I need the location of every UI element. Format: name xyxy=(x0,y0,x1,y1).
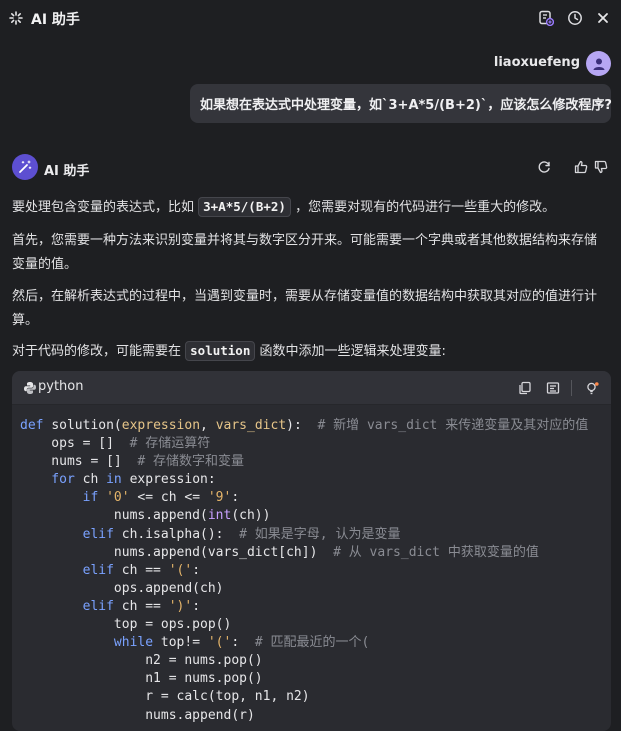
panel-title: AI 助手 xyxy=(31,12,80,28)
code-token: ops = [] xyxy=(20,436,130,452)
code-token: (ch)) xyxy=(231,508,271,524)
code-token: in xyxy=(106,472,130,488)
code-token: elif xyxy=(20,526,122,542)
copy-icon[interactable] xyxy=(516,379,534,397)
code-line: n2 = nums.pop() xyxy=(20,652,611,670)
code-token: <= ch <= xyxy=(129,490,208,506)
insert-icon[interactable] xyxy=(544,379,562,397)
user-message-text: 如果想在表达式中处理变量，如`3+A*5/(B+2)`，应该怎么修改程序? xyxy=(200,98,612,113)
inline-code-solution: solution xyxy=(185,341,256,361)
code-token: # 存储数字和变量 xyxy=(137,454,245,470)
reply-text: 对于代码的修改，可能需要在 xyxy=(12,344,186,359)
code-token: : xyxy=(231,490,240,506)
inline-code-expression: 3+A*5/(B+2) xyxy=(198,197,291,217)
code-token: : xyxy=(231,635,255,651)
reply-text: 函数中添加一些逻辑来处理变量: xyxy=(255,344,446,359)
code-content: def solution(expression, vars_dict): # 新… xyxy=(12,405,611,725)
code-token: : xyxy=(192,562,201,578)
code-token: # 从 vars_dict 中获取变量的值 xyxy=(333,544,539,560)
code-line: def solution(expression, vars_dict): # 新… xyxy=(20,417,611,435)
code-line: nums.append(int(ch)) xyxy=(20,507,611,525)
reply-paragraph-3: 然后，在解析表达式的过程中，当遇到变量时，需要从存储变量值的数据结构中获取其对应… xyxy=(12,289,598,328)
regenerate-icon[interactable] xyxy=(536,159,552,175)
user-icon xyxy=(593,58,604,70)
code-token: if xyxy=(20,490,107,506)
sparkle-icon xyxy=(9,11,23,25)
code-line: elif ch == ')': xyxy=(20,598,611,616)
history-icon[interactable] xyxy=(566,9,584,27)
user-avatar xyxy=(586,51,611,76)
code-line: n1 = nums.pop() xyxy=(20,670,611,688)
code-token: # 如果是字母, 认为是变量 xyxy=(239,526,401,542)
code-token: elif xyxy=(20,598,122,614)
user-name: liaoxuefeng xyxy=(493,55,580,70)
code-token: nums.append( xyxy=(20,508,208,524)
assistant-avatar xyxy=(12,154,38,180)
code-line: nums = [] # 存储数字和变量 xyxy=(20,453,611,471)
code-token: ): xyxy=(286,418,318,433)
code-token: '(' xyxy=(168,562,193,578)
code-token: top = ops.pop() xyxy=(20,617,232,633)
panel-header: AI 助手 xyxy=(0,0,621,36)
reply-paragraph-2: 首先，您需要一种方法来识别变量并将其与数字区分开来。可能需要一个字典或者其他数据… xyxy=(12,233,598,272)
code-token: ch == xyxy=(121,598,169,614)
code-token: '(' xyxy=(207,635,232,651)
code-token: # 新增 vars_dict 来传递变量及其对应的值 xyxy=(317,418,589,433)
user-message-bubble: 如果想在表达式中处理变量，如`3+A*5/(B+2)`，应该怎么修改程序? xyxy=(190,84,612,123)
code-token: vars_dict xyxy=(215,418,287,433)
code-block-header: python xyxy=(12,371,611,405)
code-token: : xyxy=(192,598,201,614)
code-token: '9' xyxy=(207,490,232,506)
new-chat-icon[interactable] xyxy=(537,9,555,27)
code-token: solution( xyxy=(51,418,122,433)
thumbs-up-icon[interactable] xyxy=(573,159,589,175)
code-token: r = calc(top, n1, n2) xyxy=(20,689,310,705)
code-token: ')' xyxy=(168,598,193,614)
code-line: ops.append(ch) xyxy=(20,580,611,598)
code-token: elif xyxy=(20,562,122,578)
reply-text: 要处理包含变量的表达式，比如 xyxy=(12,200,199,215)
code-token: n2 = nums.pop() xyxy=(20,653,263,669)
python-icon xyxy=(24,382,36,394)
code-token: for xyxy=(20,472,83,488)
code-token: def xyxy=(20,418,52,433)
code-token: ch xyxy=(82,472,107,488)
code-line: r = calc(top, n1, n2) xyxy=(20,688,611,706)
assistant-name: AI 助手 xyxy=(44,164,90,179)
code-token: ops.append(ch) xyxy=(20,580,224,596)
toolbar-divider xyxy=(571,380,572,396)
code-token: while xyxy=(20,635,161,651)
code-token: nums.append(r) xyxy=(20,707,255,723)
code-token: nums.append(vars_dict[ch]) xyxy=(20,544,334,560)
code-line: top = ops.pop() xyxy=(20,616,611,634)
thumbs-down-icon[interactable] xyxy=(593,159,609,175)
magic-wand-icon xyxy=(19,160,32,173)
code-token: # 存储运算符 xyxy=(129,436,211,452)
reply-text: ，您需要对现有的代码进行一些重大的修改。 xyxy=(290,200,556,215)
code-line: while top!= '(': # 匹配最近的一个( xyxy=(20,634,611,652)
reply-paragraph-4: 对于代码的修改，可能需要在 solution 函数中添加一些逻辑来处理变量: xyxy=(12,340,602,364)
code-line: nums.append(vars_dict[ch]) # 从 vars_dict… xyxy=(20,544,611,562)
code-token: # 匹配最近的一个( xyxy=(254,635,370,651)
code-line: for ch in expression: xyxy=(20,471,611,489)
code-token: , xyxy=(200,418,216,433)
code-token: ch == xyxy=(121,562,169,578)
code-token: expression: xyxy=(129,472,216,488)
code-line: ops = [] # 存储运算符 xyxy=(20,435,611,453)
code-token: top!= xyxy=(160,635,208,651)
code-token: int xyxy=(207,508,232,524)
code-line: elif ch.isalpha(): # 如果是字母, 认为是变量 xyxy=(20,526,611,544)
code-language-label: python xyxy=(38,379,84,394)
code-token: ch.isalpha(): xyxy=(121,526,240,542)
code-token: expression xyxy=(121,418,201,433)
code-line: elif ch == '(': xyxy=(20,562,611,580)
code-line: if '0' <= ch <= '9': xyxy=(20,489,611,507)
reply-paragraph-1: 要处理包含变量的表达式，比如 3+A*5/(B+2) ，您需要对现有的代码进行一… xyxy=(12,196,602,220)
code-token: nums = [] xyxy=(20,454,138,470)
code-token: '0' xyxy=(106,490,130,506)
code-block: python def solution(expression, vars_dic… xyxy=(12,371,611,731)
explain-icon[interactable] xyxy=(583,379,601,397)
code-token: n1 = nums.pop() xyxy=(20,671,263,687)
close-icon[interactable] xyxy=(594,9,612,27)
